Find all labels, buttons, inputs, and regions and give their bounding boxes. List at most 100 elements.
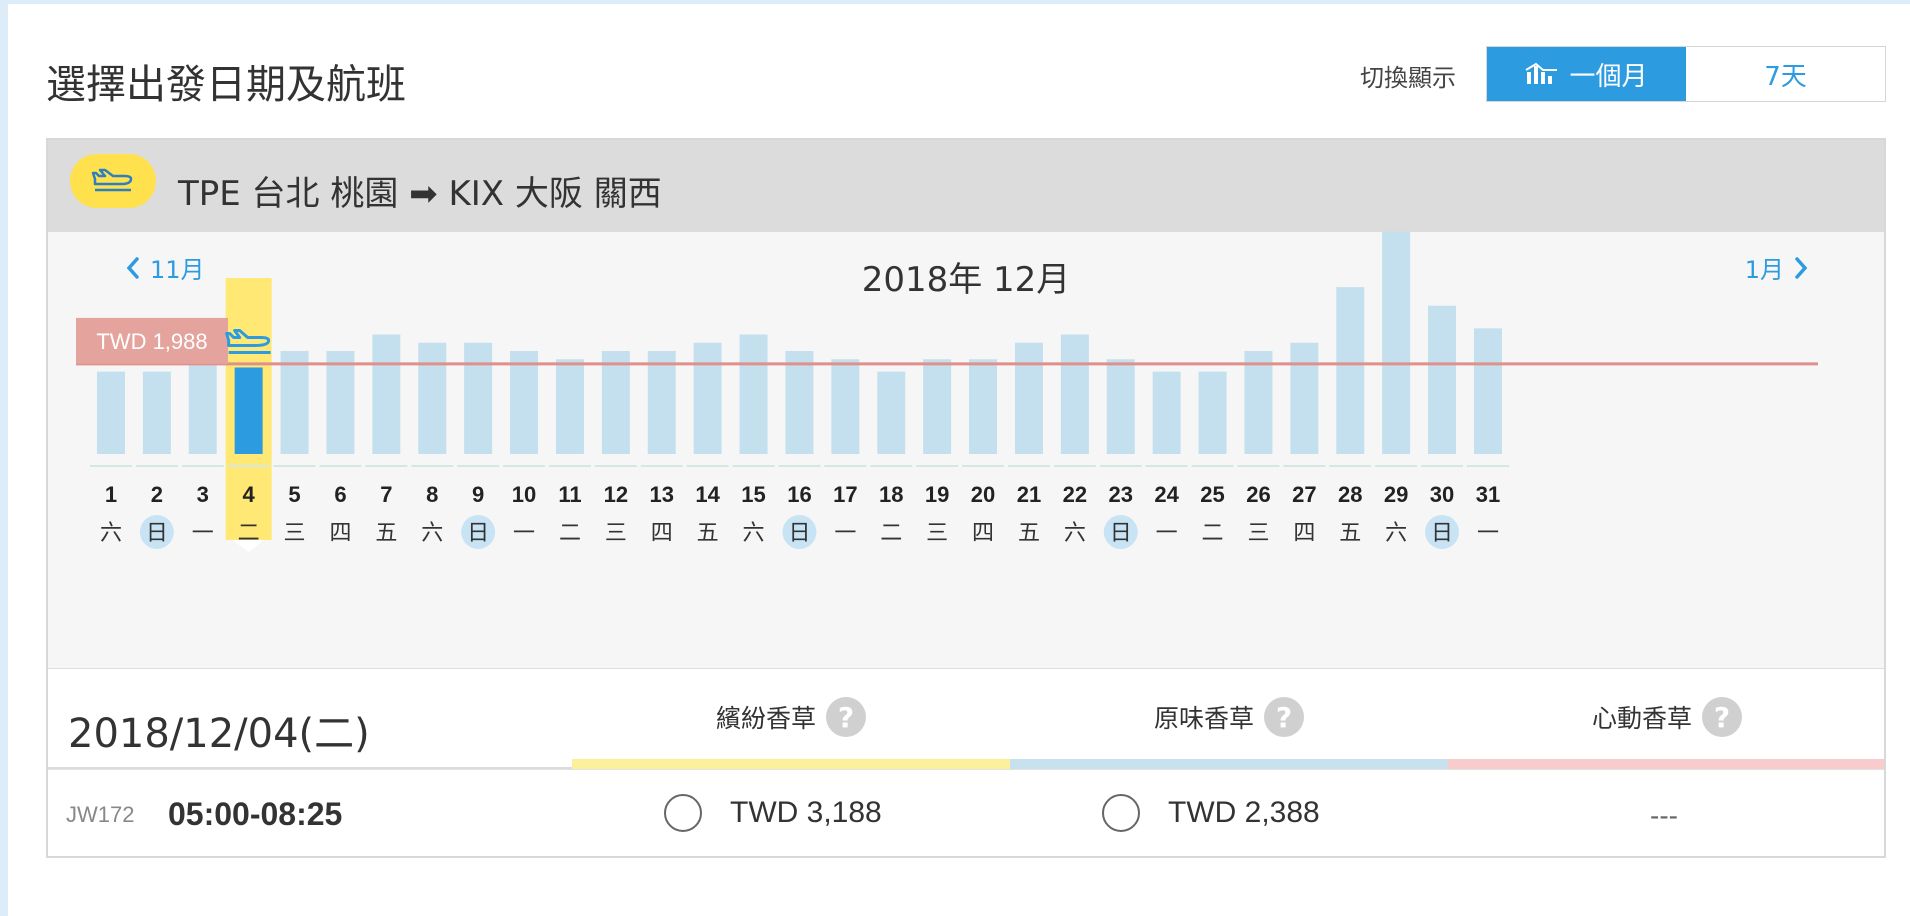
day-number: 29: [1384, 482, 1408, 507]
price-bar[interactable]: [831, 359, 860, 454]
price-bar[interactable]: [96, 371, 125, 454]
price-bar[interactable]: [693, 342, 722, 454]
day-number: 15: [741, 482, 765, 507]
price-bar[interactable]: [601, 351, 630, 454]
price-bar[interactable]: [555, 359, 584, 454]
day-column[interactable]: 13 四: [640, 351, 683, 546]
price-bar[interactable]: [1198, 371, 1227, 454]
fare-color-bar: [1010, 759, 1448, 769]
week-view-label: 7天: [1764, 61, 1807, 92]
price-bar[interactable]: [1473, 328, 1502, 454]
price-bar[interactable]: [326, 351, 355, 454]
day-column[interactable]: 9日: [457, 342, 500, 549]
help-icon[interactable]: ?: [1702, 697, 1742, 737]
day-number: 26: [1246, 482, 1270, 507]
weekday-label: 二: [238, 521, 260, 546]
price-bar[interactable]: [1428, 305, 1457, 454]
weekday-label: 五: [375, 521, 397, 546]
price-bar[interactable]: [234, 367, 263, 454]
page-title: 選擇出發日期及航班: [46, 62, 406, 108]
price-bar[interactable]: [188, 365, 217, 454]
price-bar[interactable]: [1290, 342, 1319, 454]
price-bar[interactable]: [877, 371, 906, 454]
week-view-button[interactable]: 7天: [1686, 47, 1885, 101]
day-column[interactable]: 16 日: [778, 351, 821, 549]
price-bar[interactable]: [280, 351, 309, 454]
day-number: 13: [650, 482, 674, 507]
day-column[interactable]: 22 六: [1053, 334, 1096, 546]
flight-time: 05:00-08:25: [168, 796, 343, 832]
price-bar[interactable]: [1060, 334, 1089, 454]
fare-option-1[interactable]: TWD 3,188: [664, 794, 882, 832]
fare-radio[interactable]: [664, 794, 702, 832]
price-bar[interactable]: [969, 359, 998, 454]
weekday-label: 四: [1293, 521, 1315, 546]
day-number: 17: [833, 482, 857, 507]
day-number: 30: [1430, 482, 1454, 507]
day-column[interactable]: 1六: [89, 371, 132, 546]
weekday-label: 五: [697, 521, 719, 546]
price-bar[interactable]: [1336, 287, 1365, 454]
day-column[interactable]: 23 日: [1099, 359, 1142, 549]
price-bar[interactable]: [1106, 359, 1135, 454]
day-column[interactable]: 29 六: [1375, 231, 1418, 546]
day-column[interactable]: 27 四: [1283, 342, 1326, 546]
fare-name: 繽紛香草: [715, 704, 816, 733]
day-number: 5: [288, 482, 300, 507]
day-column[interactable]: 17 一: [824, 359, 867, 546]
day-column[interactable]: 26 三: [1237, 351, 1280, 546]
weekday-label: 二: [1202, 521, 1224, 546]
day-number: 19: [925, 482, 949, 507]
weekday-label: 日: [1110, 521, 1132, 546]
price-bar[interactable]: [785, 351, 814, 454]
switch-view-label: 切換顯示: [1360, 64, 1456, 92]
day-column[interactable]: 31 一: [1466, 328, 1509, 546]
fare-name: 原味香草: [1153, 704, 1254, 733]
day-number: 31: [1476, 482, 1500, 507]
day-column[interactable]: 21 五: [1007, 342, 1050, 546]
weekday-label: 五: [1339, 521, 1361, 546]
day-column[interactable]: 24 一: [1145, 371, 1188, 546]
day-column[interactable]: 3一: [181, 365, 224, 546]
day-column[interactable]: 30 日: [1421, 305, 1464, 549]
price-bar[interactable]: [372, 334, 401, 454]
price-bar[interactable]: [1014, 342, 1043, 454]
day-column[interactable]: 14 五: [686, 342, 729, 546]
day-column[interactable]: 20 四: [962, 359, 1005, 546]
weekday-label: 日: [1431, 521, 1453, 546]
price-bar[interactable]: [464, 342, 493, 454]
fare-option-2[interactable]: TWD 2,388: [1102, 794, 1320, 832]
day-column[interactable]: 18 二: [870, 371, 913, 546]
day-column[interactable]: 15 六: [732, 334, 775, 546]
day-column[interactable]: 5三: [273, 351, 316, 546]
day-column[interactable]: 12 三: [594, 351, 637, 546]
day-column[interactable]: 2日: [135, 371, 178, 549]
day-column[interactable]: 7五: [365, 334, 408, 546]
price-bar[interactable]: [1382, 231, 1411, 454]
help-icon[interactable]: ?: [826, 697, 866, 737]
help-icon[interactable]: ?: [1264, 697, 1304, 737]
weekday-label: 六: [743, 521, 765, 546]
day-column[interactable]: 6四: [319, 351, 362, 546]
day-column[interactable]: 10 一: [503, 351, 546, 546]
price-bar[interactable]: [1152, 371, 1181, 454]
price-bar[interactable]: [142, 371, 171, 454]
price-bar[interactable]: [418, 342, 447, 454]
price-bar[interactable]: [510, 351, 539, 454]
weekday-label: 一: [1477, 521, 1499, 546]
fare-price: TWD 3,188: [730, 796, 882, 829]
price-bar[interactable]: [647, 351, 676, 454]
day-column[interactable]: 28 五: [1329, 287, 1372, 546]
day-column[interactable]: 11 二: [548, 359, 591, 546]
day-column[interactable]: 8六: [411, 342, 454, 546]
weekday-label: 六: [100, 521, 122, 546]
day-number: 25: [1200, 482, 1224, 507]
month-view-button[interactable]: 一個月: [1487, 47, 1686, 101]
price-bar[interactable]: [739, 334, 768, 454]
day-column[interactable]: 19 三: [916, 359, 959, 546]
price-bar[interactable]: [923, 359, 952, 454]
day-number: 24: [1154, 482, 1179, 507]
price-bar[interactable]: [1244, 351, 1273, 454]
day-column[interactable]: 25 二: [1191, 371, 1234, 546]
fare-radio[interactable]: [1102, 794, 1140, 832]
